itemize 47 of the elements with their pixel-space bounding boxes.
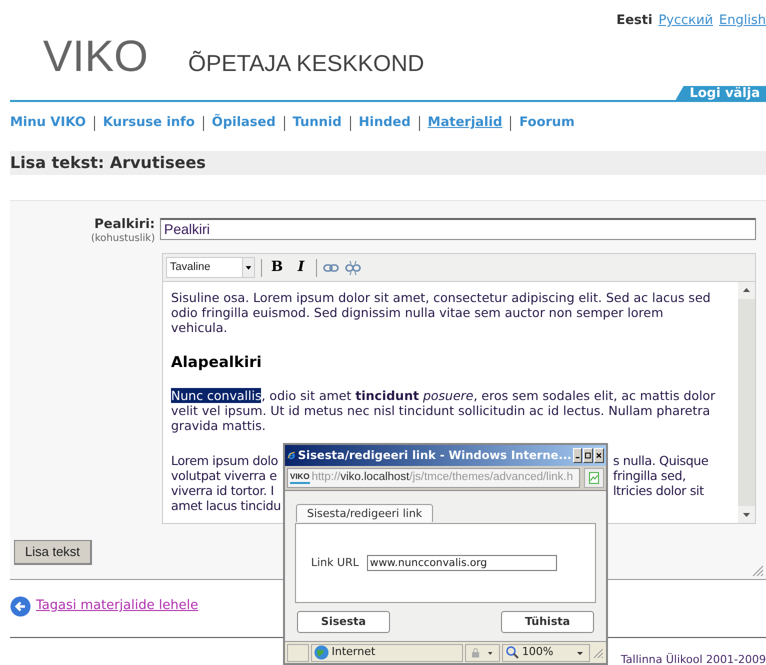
page-status-icon[interactable] (584, 468, 604, 488)
resize-grip-icon[interactable] (750, 563, 764, 577)
paragraph-fragment: fringilla sed, (613, 468, 686, 483)
maximize-icon[interactable] (583, 448, 594, 463)
globe-icon (314, 645, 329, 660)
unlink-icon[interactable] (345, 260, 361, 276)
scroll-up-icon[interactable] (738, 282, 755, 299)
link-icon[interactable] (323, 262, 339, 272)
paragraph-fragment: Lorem ipsum dolo (171, 453, 278, 468)
dialog-tab[interactable]: Sisesta/redigeeri link (296, 504, 434, 522)
insert-button[interactable]: Sisesta (297, 611, 390, 633)
zone-label: Internet (332, 644, 376, 660)
favicon: VIKO (290, 472, 310, 484)
paragraph-fragment: volutpat viverra e (171, 468, 277, 483)
close-icon[interactable] (594, 448, 604, 463)
url-input[interactable]: www.nuncconvalis.org (366, 555, 557, 571)
zoom-control[interactable]: 100% (502, 644, 590, 662)
paragraph-fragment: s nulla. Quisque (613, 453, 708, 468)
paragraph: Sisuline osa. Lorem ipsum dolor sit amet, consectetur adipiscing elit. Sed ac lacus sed odio fringilla euismod. Sed dignissim nulla vitae sem auctor non semper lorem vehicula. (171, 290, 712, 335)
title-input[interactable]: Pealkiri (160, 218, 756, 240)
status-panel (287, 644, 309, 662)
field-label: Link URL (311, 554, 359, 571)
resize-grip-icon[interactable] (592, 646, 604, 658)
paragraph-fragment: viverra id tortor. I (171, 483, 274, 498)
popup-title: Sisesta/redigeeri link - Windows Interne... (298, 446, 572, 464)
back-link[interactable]: Tagasi materjalide lehele (36, 596, 198, 616)
minimize-icon[interactable] (572, 448, 582, 463)
bold-button[interactable]: B (268, 257, 286, 278)
zoom-icon (506, 646, 519, 659)
editor-heading: Alapealkiri (171, 353, 263, 371)
site-subtitle: ÕPETAJA KESKKOND (188, 52, 424, 74)
language-link[interactable]: Eesti (616, 11, 652, 28)
paragraph-fragment: ltricies dolor sit (613, 483, 704, 498)
italic-button[interactable]: I (292, 257, 310, 278)
logo-text: VIKO (43, 35, 148, 79)
scrollbar[interactable] (738, 282, 755, 523)
page-title: Lisa tekst: Arvutisees (10, 152, 206, 174)
required-note: (kohustuslik) (90, 233, 155, 245)
address-field: VIKO http://viko.localhost/js/tmce/themes/advanced/link.h (287, 468, 580, 488)
paragraph: Nunc convallis, odio sit amet tincidunt posuere, eros sem sodales elit, ac mattis dolor velit vel ipsum. Ut id metus nec nisl tincidunt sollicitudin ac id lectus. Nullam pharetra gravida mattis. (171, 388, 716, 433)
cancel-button[interactable]: Tühista (501, 611, 594, 633)
field-label: Pealkiri: (94, 217, 155, 233)
format-select[interactable]: Tavaline (166, 257, 255, 278)
footer-text: Tallinna Ülikool 2001-2009 (620, 652, 766, 665)
scroll-down-icon[interactable] (738, 506, 755, 523)
submit-button[interactable]: Lisa tekst (14, 540, 92, 565)
paragraph-fragment: amet lacus tincidu (171, 498, 281, 513)
